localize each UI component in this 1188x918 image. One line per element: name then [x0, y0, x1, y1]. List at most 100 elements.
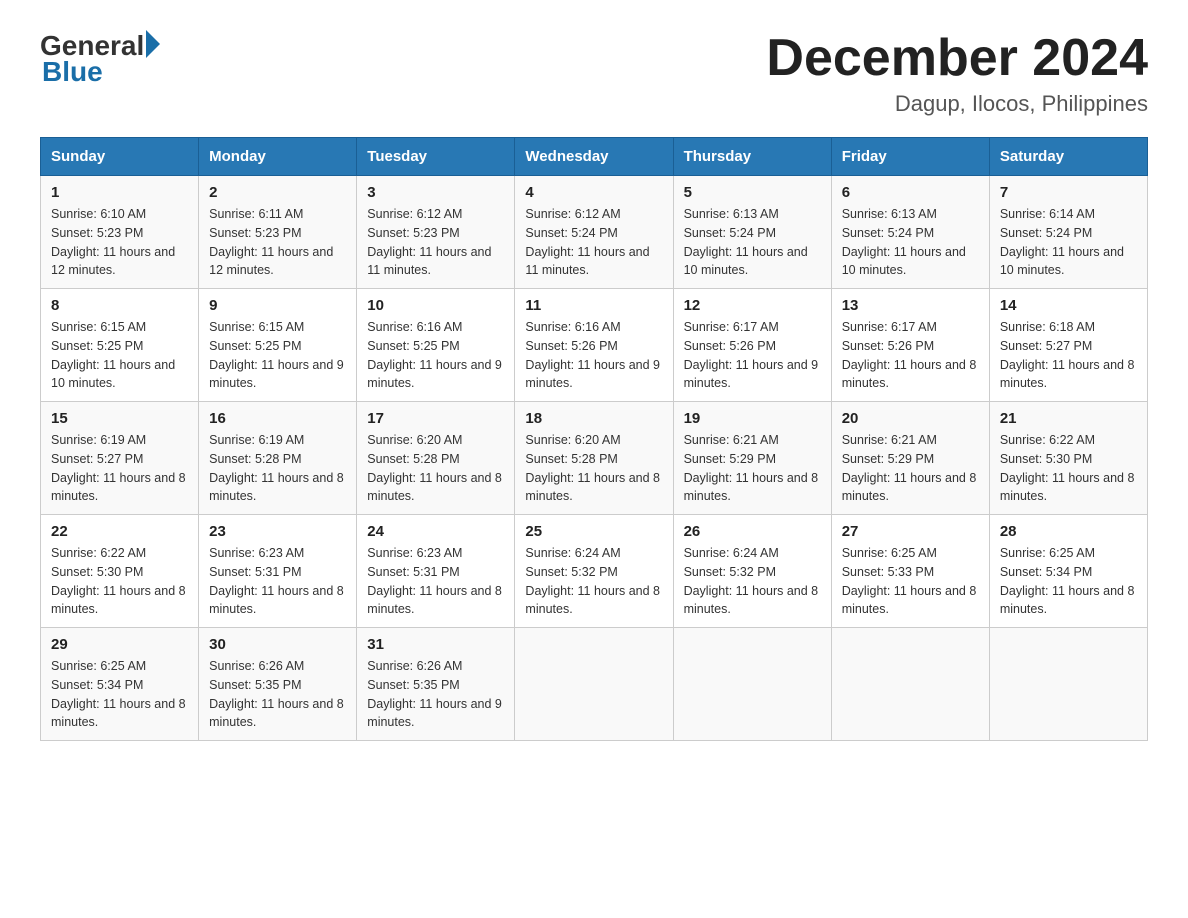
calendar-cell: [989, 628, 1147, 741]
calendar-cell: 12 Sunrise: 6:17 AMSunset: 5:26 PMDayligh…: [673, 289, 831, 402]
calendar-cell: 8Sunrise: 6:15 AMSunset: 5:25 PMDaylight…: [41, 289, 199, 402]
calendar-cell: 25 Sunrise: 6:24 AMSunset: 5:32 PMDayligh…: [515, 515, 673, 628]
location-title: Dagup, Ilocos, Philippines: [766, 91, 1148, 117]
day-info: Sunrise: 6:15 AMSunset: 5:25 PMDaylight:…: [209, 318, 346, 393]
day-number: 19: [684, 410, 821, 427]
day-info: Sunrise: 6:16 AMSunset: 5:26 PMDaylight:…: [525, 318, 662, 393]
logo: General Blue: [40, 30, 160, 88]
day-number: 25: [525, 523, 662, 540]
logo-arrow-icon: [146, 30, 160, 58]
day-number: 5: [684, 184, 821, 201]
day-info: Sunrise: 6:21 AMSunset: 5:29 PMDaylight:…: [842, 431, 979, 506]
calendar-cell: 24Sunrise: 6:23 AMSunset: 5:31 PMDayligh…: [357, 515, 515, 628]
calendar-cell: 11 Sunrise: 6:16 AMSunset: 5:26 PMDayligh…: [515, 289, 673, 402]
day-info: Sunrise: 6:10 AMSunset: 5:23 PMDaylight:…: [51, 205, 188, 280]
day-info: Sunrise: 6:16 AMSunset: 5:25 PMDaylight:…: [367, 318, 504, 393]
day-header-monday: Monday: [199, 138, 357, 176]
month-title: December 2024: [766, 30, 1148, 87]
day-number: 17: [367, 410, 504, 427]
day-number: 8: [51, 297, 188, 314]
day-number: 7: [1000, 184, 1137, 201]
day-number: 18: [525, 410, 662, 427]
day-number: 11: [525, 297, 662, 314]
day-number: 2: [209, 184, 346, 201]
day-number: 3: [367, 184, 504, 201]
day-info: Sunrise: 6:20 AMSunset: 5:28 PMDaylight:…: [367, 431, 504, 506]
week-row-1: 1 Sunrise: 6:10 AMSunset: 5:23 PMDaylight…: [41, 176, 1148, 289]
day-info: Sunrise: 6:12 AMSunset: 5:23 PMDaylight:…: [367, 205, 504, 280]
day-info: Sunrise: 6:17 AMSunset: 5:26 PMDaylight:…: [684, 318, 821, 393]
day-number: 15: [51, 410, 188, 427]
calendar-cell: [673, 628, 831, 741]
day-info: Sunrise: 6:22 AMSunset: 5:30 PMDaylight:…: [1000, 431, 1137, 506]
day-info: Sunrise: 6:11 AMSunset: 5:23 PMDaylight:…: [209, 205, 346, 280]
day-info: Sunrise: 6:19 AMSunset: 5:28 PMDaylight:…: [209, 431, 346, 506]
day-info: Sunrise: 6:13 AMSunset: 5:24 PMDaylight:…: [842, 205, 979, 280]
day-info: Sunrise: 6:23 AMSunset: 5:31 PMDaylight:…: [209, 544, 346, 619]
day-header-friday: Friday: [831, 138, 989, 176]
day-number: 20: [842, 410, 979, 427]
day-info: Sunrise: 6:22 AMSunset: 5:30 PMDaylight:…: [51, 544, 188, 619]
day-info: Sunrise: 6:17 AMSunset: 5:26 PMDaylight:…: [842, 318, 979, 393]
day-info: Sunrise: 6:21 AMSunset: 5:29 PMDaylight:…: [684, 431, 821, 506]
day-number: 22: [51, 523, 188, 540]
week-row-4: 22 Sunrise: 6:22 AMSunset: 5:30 PMDayligh…: [41, 515, 1148, 628]
calendar-cell: 5 Sunrise: 6:13 AMSunset: 5:24 PMDaylight…: [673, 176, 831, 289]
day-info: Sunrise: 6:12 AMSunset: 5:24 PMDaylight:…: [525, 205, 662, 280]
day-number: 4: [525, 184, 662, 201]
day-number: 10: [367, 297, 504, 314]
day-number: 30: [209, 636, 346, 653]
day-header-sunday: Sunday: [41, 138, 199, 176]
week-row-5: 29Sunrise: 6:25 AMSunset: 5:34 PMDayligh…: [41, 628, 1148, 741]
day-header-thursday: Thursday: [673, 138, 831, 176]
day-number: 28: [1000, 523, 1137, 540]
calendar-cell: 23 Sunrise: 6:23 AMSunset: 5:31 PMDayligh…: [199, 515, 357, 628]
calendar-cell: 6 Sunrise: 6:13 AMSunset: 5:24 PMDaylight…: [831, 176, 989, 289]
day-number: 27: [842, 523, 979, 540]
day-info: Sunrise: 6:25 AMSunset: 5:34 PMDaylight:…: [51, 657, 188, 732]
calendar-cell: 21 Sunrise: 6:22 AMSunset: 5:30 PMDayligh…: [989, 402, 1147, 515]
calendar-cell: 16 Sunrise: 6:19 AMSunset: 5:28 PMDayligh…: [199, 402, 357, 515]
calendar-cell: 14 Sunrise: 6:18 AMSunset: 5:27 PMDayligh…: [989, 289, 1147, 402]
day-number: 6: [842, 184, 979, 201]
day-info: Sunrise: 6:25 AMSunset: 5:34 PMDaylight:…: [1000, 544, 1137, 619]
day-info: Sunrise: 6:18 AMSunset: 5:27 PMDaylight:…: [1000, 318, 1137, 393]
week-row-3: 15 Sunrise: 6:19 AMSunset: 5:27 PMDayligh…: [41, 402, 1148, 515]
calendar-cell: 4 Sunrise: 6:12 AMSunset: 5:24 PMDaylight…: [515, 176, 673, 289]
header: General Blue December 2024 Dagup, Ilocos…: [40, 30, 1148, 117]
day-number: 16: [209, 410, 346, 427]
days-header-row: SundayMondayTuesdayWednesdayThursdayFrid…: [41, 138, 1148, 176]
calendar-cell: [515, 628, 673, 741]
calendar-table: SundayMondayTuesdayWednesdayThursdayFrid…: [40, 137, 1148, 741]
calendar-cell: 22 Sunrise: 6:22 AMSunset: 5:30 PMDayligh…: [41, 515, 199, 628]
calendar-cell: 27 Sunrise: 6:25 AMSunset: 5:33 PMDayligh…: [831, 515, 989, 628]
calendar-cell: 10 Sunrise: 6:16 AMSunset: 5:25 PMDayligh…: [357, 289, 515, 402]
day-number: 21: [1000, 410, 1137, 427]
calendar-cell: 30 Sunrise: 6:26 AMSunset: 5:35 PMDayligh…: [199, 628, 357, 741]
calendar-cell: 13Sunrise: 6:17 AMSunset: 5:26 PMDayligh…: [831, 289, 989, 402]
day-number: 14: [1000, 297, 1137, 314]
day-info: Sunrise: 6:24 AMSunset: 5:32 PMDaylight:…: [525, 544, 662, 619]
day-number: 31: [367, 636, 504, 653]
day-number: 1: [51, 184, 188, 201]
logo-blue-label: Blue: [40, 56, 103, 88]
week-row-2: 8 Sunrise: 6:15 AMSunset: 5:25 PMDaylight…: [41, 289, 1148, 402]
day-header-tuesday: Tuesday: [357, 138, 515, 176]
day-info: Sunrise: 6:20 AMSunset: 5:28 PMDaylight:…: [525, 431, 662, 506]
calendar-cell: 20 Sunrise: 6:21 AMSunset: 5:29 PMDayligh…: [831, 402, 989, 515]
day-info: Sunrise: 6:19 AMSunset: 5:27 PMDaylight:…: [51, 431, 188, 506]
calendar-cell: 1 Sunrise: 6:10 AMSunset: 5:23 PMDaylight…: [41, 176, 199, 289]
day-number: 24: [367, 523, 504, 540]
day-header-saturday: Saturday: [989, 138, 1147, 176]
calendar-cell: 3 Sunrise: 6:12 AMSunset: 5:23 PMDaylight…: [357, 176, 515, 289]
calendar-cell: 2 Sunrise: 6:11 AMSunset: 5:23 PMDaylight…: [199, 176, 357, 289]
day-info: Sunrise: 6:25 AMSunset: 5:33 PMDaylight:…: [842, 544, 979, 619]
day-header-wednesday: Wednesday: [515, 138, 673, 176]
calendar-cell: 9 Sunrise: 6:15 AMSunset: 5:25 PMDaylight…: [199, 289, 357, 402]
day-number: 12: [684, 297, 821, 314]
day-number: 9: [209, 297, 346, 314]
day-info: Sunrise: 6:26 AMSunset: 5:35 PMDaylight:…: [209, 657, 346, 732]
day-info: Sunrise: 6:13 AMSunset: 5:24 PMDaylight:…: [684, 205, 821, 280]
calendar-cell: 26Sunrise: 6:24 AMSunset: 5:32 PMDayligh…: [673, 515, 831, 628]
day-number: 23: [209, 523, 346, 540]
